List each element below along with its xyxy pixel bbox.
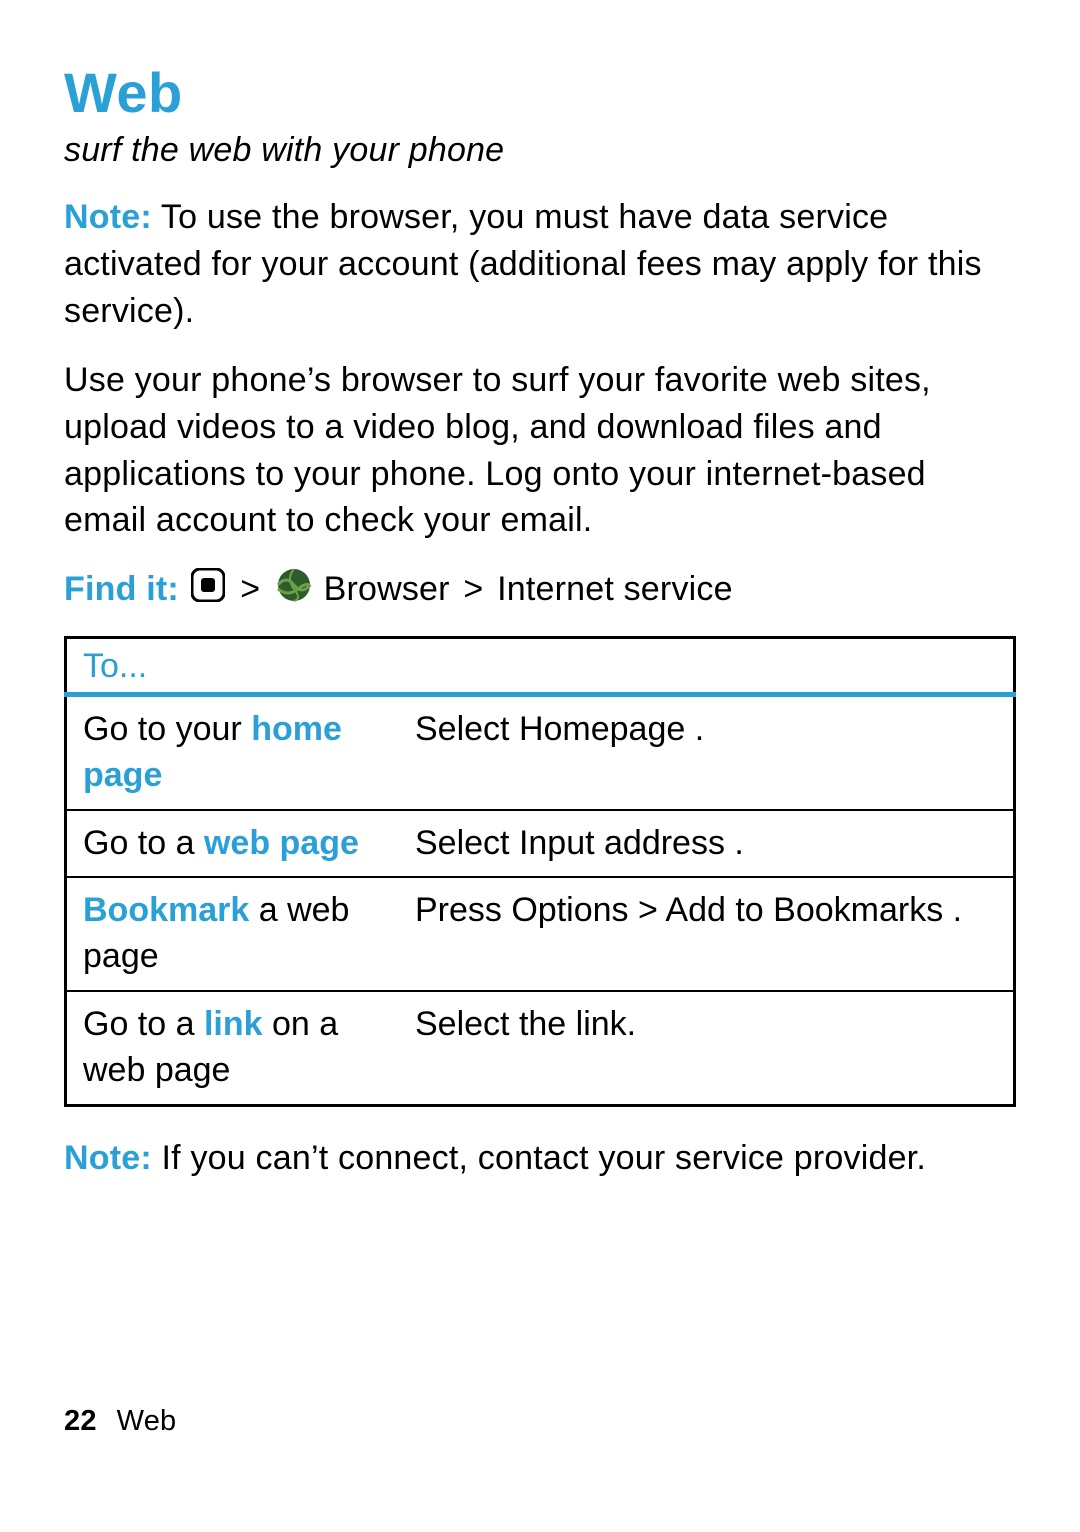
path-separator-2: >	[463, 570, 483, 608]
table-cell-left: Go to your home page	[66, 694, 400, 809]
find-it-label: Find it:	[64, 570, 179, 608]
cell-text-accent: web page	[204, 824, 359, 862]
center-key-icon	[191, 568, 225, 615]
find-it-line: Find it: > Browser > Internet service	[64, 566, 1016, 615]
intro-paragraph: Use your phone’s browser to surf your fa…	[64, 357, 1016, 545]
table-row: Go to a web page Select Input address .	[66, 810, 1015, 878]
note-label-2: Note:	[64, 1139, 152, 1177]
table-header: To...	[66, 637, 1015, 694]
table-cell-right: Press Options > Add to Bookmarks .	[399, 877, 1015, 991]
table-cell-right: Select the link.	[399, 991, 1015, 1105]
table-row: Bookmark a web page Press Options > Add …	[66, 877, 1015, 991]
table-row: Go to your home page Select Homepage .	[66, 694, 1015, 809]
table-cell-right: Select Input address .	[399, 810, 1015, 878]
note-label-1: Note:	[64, 198, 152, 236]
footer-section: Web	[117, 1405, 177, 1437]
actions-table: To... Go to your home page Select Homepa…	[64, 636, 1016, 1107]
browser-globe-icon	[276, 567, 312, 616]
note-paragraph-1: Note: To use the browser, you must have …	[64, 194, 1016, 335]
cell-text-accent: link	[204, 1005, 263, 1043]
document-page: Web surf the web with your phone Note: T…	[0, 0, 1080, 1532]
cell-text-pre: Go to a	[83, 1005, 204, 1043]
page-subtitle: surf the web with your phone	[64, 131, 1016, 170]
find-it-service-text: Internet service	[497, 570, 733, 608]
page-number: 22	[64, 1405, 97, 1437]
table-cell-left: Go to a web page	[66, 810, 400, 878]
page-title: Web	[64, 60, 1016, 125]
note-text-1: To use the browser, you must have data s…	[64, 198, 982, 330]
table-row: Go to a link on a web page Select the li…	[66, 991, 1015, 1105]
note-text-2: If you can’t connect, contact your servi…	[152, 1139, 926, 1177]
cell-text-pre: Go to your	[83, 710, 251, 748]
page-footer: 22 Web	[64, 1405, 176, 1438]
cell-text-accent: Bookmark	[83, 891, 249, 929]
find-it-browser-text: Browser	[324, 570, 450, 608]
cell-text-pre: Go to a	[83, 824, 204, 862]
path-separator-1: >	[240, 570, 260, 608]
table-cell-right: Select Homepage .	[399, 694, 1015, 809]
note-paragraph-2: Note: If you can’t connect, contact your…	[64, 1135, 1016, 1182]
table-cell-left: Go to a link on a web page	[66, 991, 400, 1105]
table-cell-left: Bookmark a web page	[66, 877, 400, 991]
